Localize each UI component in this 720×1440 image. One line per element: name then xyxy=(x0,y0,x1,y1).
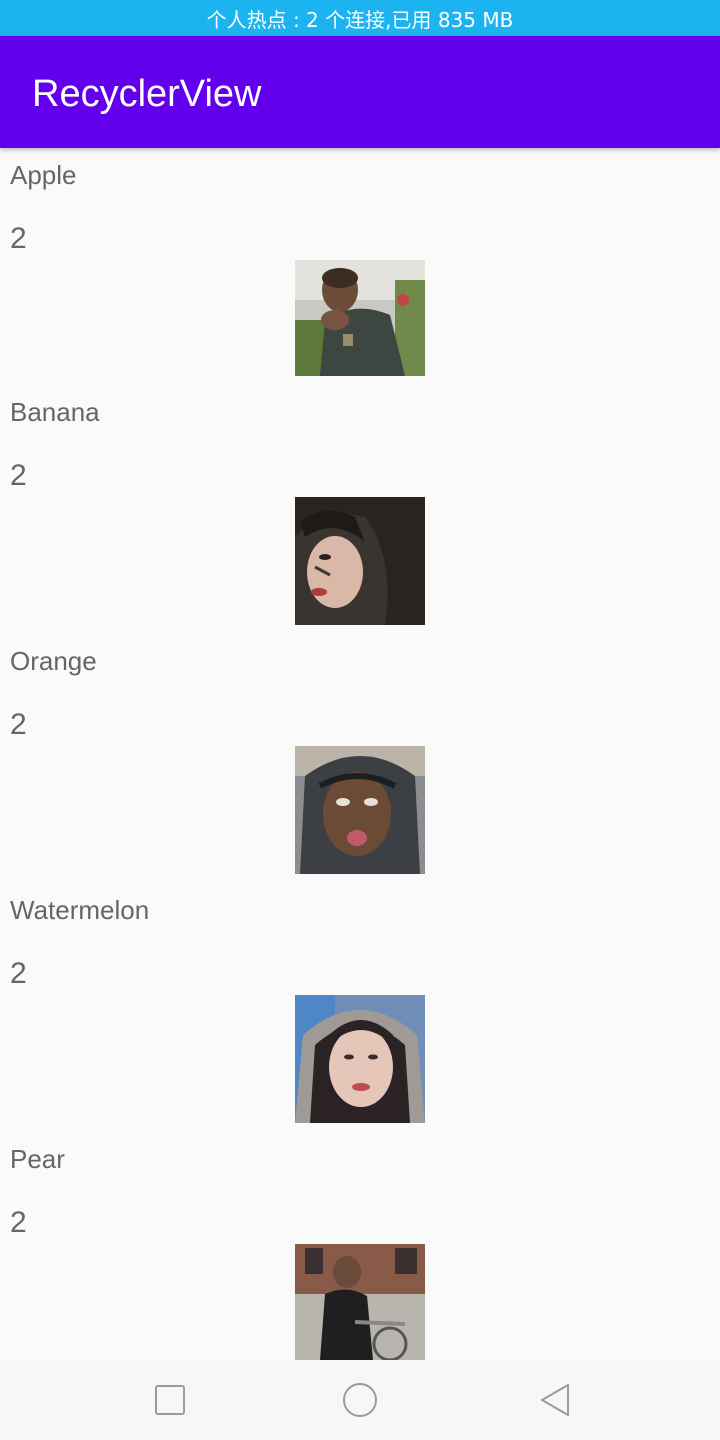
item-image xyxy=(295,260,425,376)
item-count: 2 xyxy=(10,459,27,492)
item-count: 2 xyxy=(10,957,27,990)
item-image xyxy=(295,1244,425,1360)
item-name: Banana xyxy=(10,397,100,427)
app-bar: RecyclerView xyxy=(0,36,720,148)
item-image xyxy=(295,995,425,1123)
status-bar: 个人热点 : 2 个连接,已用 835 MB xyxy=(0,0,720,36)
item-count: 2 xyxy=(10,1206,27,1239)
list-item[interactable]: Pear 2 xyxy=(0,1132,720,1360)
item-name: Orange xyxy=(10,646,97,676)
square-icon[interactable] xyxy=(150,1380,190,1420)
navigation-bar xyxy=(0,1360,720,1440)
list-item[interactable]: Orange 2 xyxy=(0,634,720,883)
item-count: 2 xyxy=(10,222,27,255)
item-image xyxy=(295,746,425,874)
triangle-back-icon[interactable] xyxy=(535,1380,575,1420)
item-name: Watermelon xyxy=(10,895,150,925)
list-item[interactable]: Watermelon 2 xyxy=(0,883,720,1132)
item-count: 2 xyxy=(10,708,27,741)
circle-icon[interactable] xyxy=(340,1380,380,1420)
item-image xyxy=(295,497,425,625)
recycler-list[interactable]: Apple 2 Banana 2 Orange 2 Watermelon 2 P… xyxy=(0,148,720,1360)
list-item[interactable]: Banana 2 xyxy=(0,385,720,634)
item-name: Pear xyxy=(10,1144,65,1174)
item-name: Apple xyxy=(10,160,77,190)
list-item[interactable]: Apple 2 xyxy=(0,148,720,385)
status-bar-text: 个人热点 : 2 个连接,已用 835 MB xyxy=(206,7,514,32)
app-title: RecyclerView xyxy=(32,73,262,115)
